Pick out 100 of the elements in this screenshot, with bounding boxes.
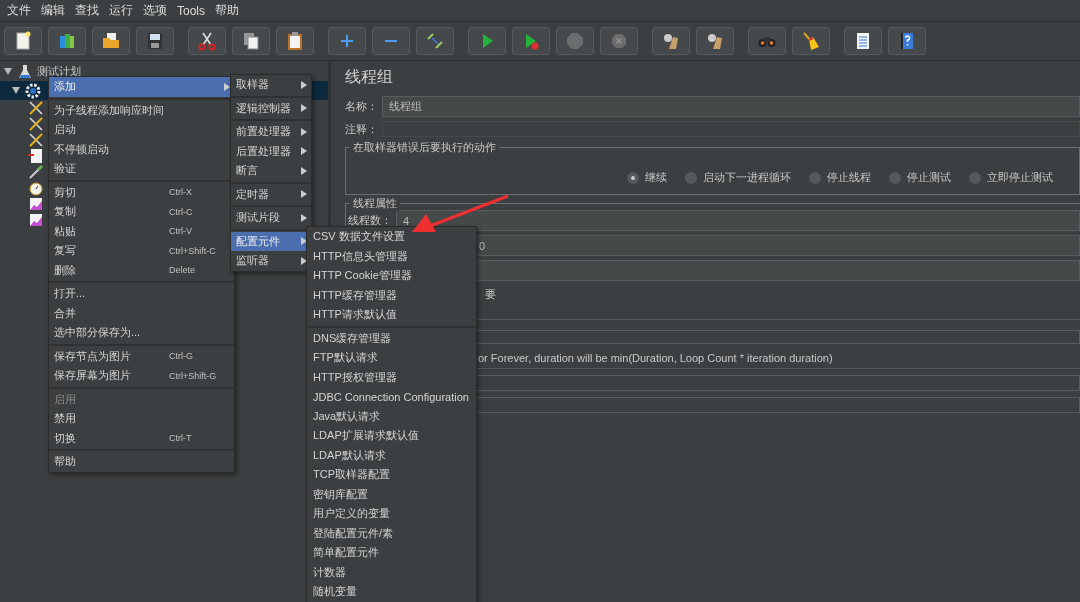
toolbar-button[interactable] [232, 27, 270, 55]
menu-item[interactable]: 复写 Ctrl+Shift-C [49, 241, 234, 261]
menu-item[interactable]: 选项 [138, 2, 172, 19]
menu-item[interactable]: HTTP Cookie管理器 [308, 266, 476, 286]
menu-item[interactable]: Tools [172, 3, 210, 18]
menu-item[interactable]: 计数器 [308, 562, 476, 582]
stopwatch-icon [28, 180, 44, 196]
threads-field[interactable]: 4 [396, 210, 1080, 231]
pipette-icon [28, 164, 44, 180]
menu-item[interactable]: 断言 [231, 161, 311, 181]
menu-item[interactable]: HTTP请求默认值 [308, 305, 476, 325]
menu-item[interactable]: 登陆配置元件/素 [308, 523, 476, 543]
menu-item[interactable]: LDAP默认请求 [308, 445, 476, 465]
document-icon [28, 148, 44, 164]
menu-item[interactable]: 选中部分保存为... [49, 323, 234, 343]
input-field[interactable] [476, 397, 1080, 413]
name-field[interactable]: 线程组 [382, 96, 1080, 117]
menu-item[interactable]: 逻辑控制器 [231, 98, 311, 118]
toolbar-button[interactable] [696, 27, 734, 55]
threads-label: 线程数： [348, 213, 392, 228]
stop-icon [564, 30, 586, 52]
toolbar-button[interactable] [4, 27, 42, 55]
menu-item[interactable]: 文件 [2, 2, 36, 19]
expand-arrow-icon[interactable] [12, 87, 20, 94]
flask-icon [17, 63, 33, 80]
menu-item[interactable]: TCP取样器配置 [308, 465, 476, 485]
menu-item[interactable]: HTTP授权管理器 [308, 367, 476, 387]
menu-item[interactable]: FTP默认请求 [308, 348, 476, 368]
menu-item[interactable]: 启动 [49, 120, 234, 140]
menu-item[interactable]: 切换 Ctrl-T [49, 428, 234, 448]
radio-option[interactable]: 启动下一进程循环 [685, 170, 791, 185]
toolbar-button[interactable] [888, 27, 926, 55]
submenu-arrow-icon [301, 147, 307, 156]
tree-label[interactable]: 测试计划 [37, 64, 81, 79]
menu-item[interactable]: 随机变量 [308, 582, 476, 602]
toolbar-button[interactable] [416, 27, 454, 55]
input-field[interactable] [476, 330, 1080, 344]
menu-item[interactable]: 合并 [49, 303, 234, 323]
toolbar-button[interactable] [792, 27, 830, 55]
wrench-icon [28, 116, 44, 132]
menu-item[interactable]: 前置处理器 [231, 122, 311, 142]
wrench-icon [28, 132, 44, 148]
submenu-arrow-icon [301, 127, 307, 136]
minus-icon [385, 40, 397, 42]
menu-item[interactable]: 不停顿启动 [49, 139, 234, 159]
input-field[interactable]: 0 [476, 235, 1080, 256]
menu-item[interactable]: 简单配置元件 [308, 543, 476, 563]
duration-note: or Forever, duration will be min(Duration, Loop Count * iteration duration) [476, 348, 1080, 369]
input-field[interactable] [476, 375, 1080, 391]
broom-icon [800, 30, 822, 52]
menu-item[interactable]: JDBC Connection Configuration [308, 387, 476, 407]
menu-item[interactable]: 帮助 [49, 452, 234, 472]
panel-title: 线程组 [345, 67, 394, 87]
menu-item[interactable]: 打开... [49, 284, 234, 304]
name-label: 名称： [345, 99, 378, 114]
menu-item[interactable]: HTTP缓存管理器 [308, 285, 476, 305]
menu-item[interactable]: 验证 [49, 159, 234, 179]
menu-item[interactable]: 编辑 [36, 2, 70, 19]
menu-item[interactable]: 保存节点为图片 Ctrl-G [49, 346, 234, 366]
gear-icon [25, 82, 41, 99]
menu-item[interactable]: 查找 [70, 2, 104, 19]
menu-item[interactable]: 后置处理器 [231, 141, 311, 161]
radio-option[interactable]: 停止测试 [889, 170, 951, 185]
input-field[interactable] [476, 260, 1080, 281]
submenu-arrow-icon [301, 190, 307, 199]
toolbar-button[interactable] [652, 27, 690, 55]
group-legend: 线程属性 [350, 196, 400, 211]
menu-item[interactable]: 用户定义的变量 [308, 504, 476, 524]
menu-item[interactable]: LDAP扩展请求默认值 [308, 426, 476, 446]
submenu-arrow-icon [301, 104, 307, 113]
group-legend: 在取样器错误后要执行的动作 [350, 140, 499, 155]
menu-item[interactable]: 帮助 [210, 2, 244, 19]
toolbar-button[interactable] [844, 27, 882, 55]
menu-item[interactable]: 剪切 Ctrl-X [49, 182, 234, 202]
radio-option[interactable]: 停止线程 [809, 170, 871, 185]
menu-item[interactable]: 复制 Ctrl-C [49, 202, 234, 222]
menu-item[interactable]: 定时器 [231, 184, 311, 204]
menu-item[interactable]: 禁用 [49, 409, 234, 429]
menu-item[interactable]: HTTP信息头管理器 [308, 246, 476, 266]
menu-item[interactable]: 粘贴 Ctrl-V [49, 221, 234, 241]
checkbox-label: 要 [485, 287, 496, 302]
wrench-icon [28, 100, 44, 116]
menu-item[interactable]: Java默认请求 [308, 406, 476, 426]
toolbar-button[interactable] [92, 27, 130, 55]
toolbar-button[interactable] [276, 27, 314, 55]
menu-item[interactable]: 为子线程添加响应时间 [49, 100, 234, 120]
chart-icon [28, 212, 44, 228]
toolbar-button[interactable] [188, 27, 226, 55]
menu-item[interactable]: 运行 [104, 2, 138, 19]
scissors-icon [196, 30, 218, 52]
menu-item[interactable]: 密钥库配置 [308, 484, 476, 504]
menu-item[interactable]: 删除 Delete [49, 260, 234, 280]
menu-item[interactable]: DNS缓存管理器 [308, 328, 476, 348]
submenu-arrow-icon [301, 166, 307, 175]
toolbar-button[interactable] [48, 27, 86, 55]
radio-option[interactable]: 继续 [627, 170, 667, 185]
menu-item[interactable]: 取样器 [231, 75, 311, 95]
menu-item[interactable]: 保存屏幕为图片 Ctrl+Shift-G [49, 366, 234, 386]
radio-option[interactable]: 立即停止测试 [969, 170, 1053, 185]
toolbar-button[interactable] [136, 27, 174, 55]
